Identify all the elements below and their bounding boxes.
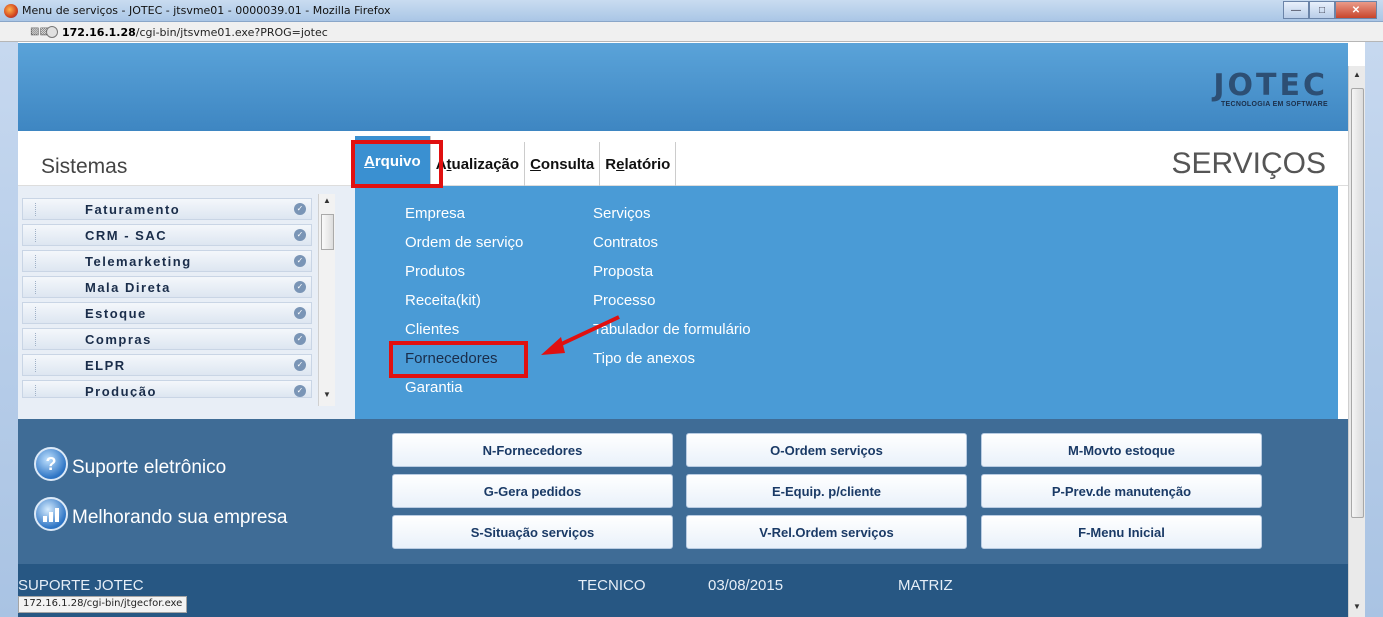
list-scrollbar[interactable]: ▲ ▼ <box>318 194 335 406</box>
menu-link-proposta[interactable]: Proposta <box>593 263 653 280</box>
footer-branch: MATRIZ <box>898 577 953 594</box>
sistemas-heading: Sistemas <box>41 155 128 178</box>
scroll-up-icon[interactable]: ▲ <box>1353 70 1361 79</box>
list-item-label: Telemarketing <box>85 254 192 269</box>
grip-icon <box>35 359 37 372</box>
list-item[interactable]: Telemarketing ✓ <box>22 250 312 272</box>
minimize-button[interactable]: — <box>1283 1 1309 19</box>
grip-icon <box>35 333 37 346</box>
shortcut-button[interactable]: S-Situação serviços <box>392 515 673 549</box>
check-icon: ✓ <box>294 255 306 267</box>
shortcut-button[interactable]: F-Menu Inicial <box>981 515 1262 549</box>
address-bar[interactable]: ▧▧ 172.16.1.28/cgi-bin/jtsvme01.exe?PROG… <box>0 22 1383 42</box>
list-item-label: Faturamento <box>85 202 181 217</box>
header-band: JOTEC TECNOLOGIA EM SOFTWARE <box>18 43 1348 131</box>
page-viewport: JOTEC TECNOLOGIA EM SOFTWARE Sistemas Ar… <box>18 43 1348 617</box>
list-item[interactable]: Faturamento ✓ <box>22 198 312 220</box>
window-controls: — □ ✕ <box>1283 1 1377 19</box>
menu-link-processo[interactable]: Processo <box>593 292 656 309</box>
menu-link-garantia[interactable]: Garantia <box>405 379 463 396</box>
list-item-label: ELPR <box>85 358 126 373</box>
footer-user: TECNICO <box>578 577 646 594</box>
improve-company-link[interactable]: Melhorando sua empresa <box>72 507 287 529</box>
check-icon: ✓ <box>294 281 306 293</box>
growth-chart-icon[interactable] <box>34 497 68 531</box>
logo-text: JOTEC <box>1213 68 1328 103</box>
footer-date: 03/08/2015 <box>708 577 784 594</box>
menu-link-servicos[interactable]: Serviços <box>593 205 651 222</box>
footer: SUPORTE JOTEC TECNICO 03/08/2015 MATRIZ <box>18 564 1348 617</box>
list-item-label: Estoque <box>85 306 147 321</box>
highlight-arquivo <box>351 140 443 188</box>
shortcut-button[interactable]: M-Movto estoque <box>981 433 1262 467</box>
menu-link-contratos[interactable]: Contratos <box>593 234 658 251</box>
systems-list: Faturamento ✓ CRM - SAC ✓ Telemarketing ✓ M… <box>18 186 355 419</box>
list-item[interactable]: Compras ✓ <box>22 328 312 350</box>
arquivo-dropdown: Empresa Ordem de serviço Produtos Receit… <box>355 186 1338 419</box>
support-link[interactable]: Suporte eletrônico <box>72 457 226 479</box>
check-icon: ✓ <box>294 229 306 241</box>
shortcut-button[interactable]: E-Equip. p/cliente <box>686 474 967 508</box>
check-icon: ✓ <box>294 333 306 345</box>
shortcut-button[interactable]: P-Prev.de manutenção <box>981 474 1262 508</box>
grip-icon <box>35 307 37 320</box>
shortcuts-area: ? Suporte eletrônico Melhorando sua empr… <box>18 419 1348 564</box>
menu-atualizacao[interactable]: At ualização <box>431 142 526 186</box>
list-item-label: Mala Direta <box>85 280 171 295</box>
scroll-down-icon[interactable]: ▼ <box>323 390 331 399</box>
menu-link-empresa[interactable]: Empresa <box>405 205 465 222</box>
menu-link-clientes[interactable]: Clientes <box>405 321 459 338</box>
footer-support: SUPORTE JOTEC <box>18 577 144 594</box>
menu-link-produtos[interactable]: Produtos <box>405 263 465 280</box>
list-item-label: CRM - SAC <box>85 228 168 243</box>
page-scroll-thumb[interactable] <box>1351 88 1364 518</box>
grip-icon <box>35 281 37 294</box>
maximize-button[interactable]: □ <box>1309 1 1335 19</box>
scroll-up-icon[interactable]: ▲ <box>323 196 331 205</box>
menu-relatorio[interactable]: Re latório <box>600 142 677 186</box>
navbar: Sistemas Arquivo At ualização Consulta Re… <box>18 131 1348 186</box>
page-scrollbar[interactable]: ▲ ▼ <box>1348 66 1365 617</box>
menu-link-ordem-servico[interactable]: Ordem de serviço <box>405 234 523 251</box>
url-text[interactable]: 172.16.1.28/cgi-bin/jtsvme01.exe?PROG=jo… <box>62 26 328 39</box>
firefox-icon <box>4 4 18 18</box>
window-title: Menu de serviços - JOTEC - jtsvme01 - 00… <box>22 4 391 17</box>
site-identity-icon[interactable] <box>46 26 58 38</box>
grip-icon <box>35 203 37 216</box>
list-item[interactable]: ELPR ✓ <box>22 354 312 376</box>
help-icon[interactable]: ? <box>34 447 68 481</box>
grip-icon <box>35 229 37 242</box>
jotec-logo: JOTEC TECNOLOGIA EM SOFTWARE <box>1213 68 1328 109</box>
list-item-label: Compras <box>85 332 152 347</box>
menu-link-receita[interactable]: Receita(kit) <box>405 292 481 309</box>
window-frame-right <box>1365 42 1383 617</box>
scroll-down-icon[interactable]: ▼ <box>1353 602 1361 611</box>
module-title: SERVIÇOS <box>1171 147 1327 180</box>
list-item[interactable]: Produção ✓ <box>22 380 312 398</box>
check-icon: ✓ <box>294 307 306 319</box>
shortcut-button[interactable]: N-Fornecedores <box>392 433 673 467</box>
check-icon: ✓ <box>294 359 306 371</box>
annotation-arrow-icon <box>541 315 620 355</box>
list-item-label: Produção <box>85 384 157 398</box>
list-item[interactable]: Mala Direta ✓ <box>22 276 312 298</box>
list-item[interactable]: CRM - SAC ✓ <box>22 224 312 246</box>
shortcut-button[interactable]: G-Gera pedidos <box>392 474 673 508</box>
logo-tagline: TECNOLOGIA EM SOFTWARE <box>1220 101 1328 108</box>
list-scroll-thumb[interactable] <box>321 214 334 250</box>
check-icon: ✓ <box>294 203 306 215</box>
grip-icon <box>35 385 37 397</box>
shortcut-button[interactable]: O-Ordem serviços <box>686 433 967 467</box>
close-button[interactable]: ✕ <box>1335 1 1377 19</box>
window-titlebar: Menu de serviços - JOTEC - jtsvme01 - 00… <box>0 0 1383 22</box>
list-item[interactable]: Estoque ✓ <box>22 302 312 324</box>
highlight-fornecedores <box>389 341 528 378</box>
check-icon: ✓ <box>294 385 306 397</box>
window-frame-left <box>0 42 18 617</box>
menu-consulta[interactable]: Consulta <box>525 142 601 186</box>
shortcut-button[interactable]: V-Rel.Ordem serviços <box>686 515 967 549</box>
grip-icon <box>35 255 37 268</box>
status-bar: 172.16.1.28/cgi-bin/jtgecfor.exe <box>18 596 188 613</box>
